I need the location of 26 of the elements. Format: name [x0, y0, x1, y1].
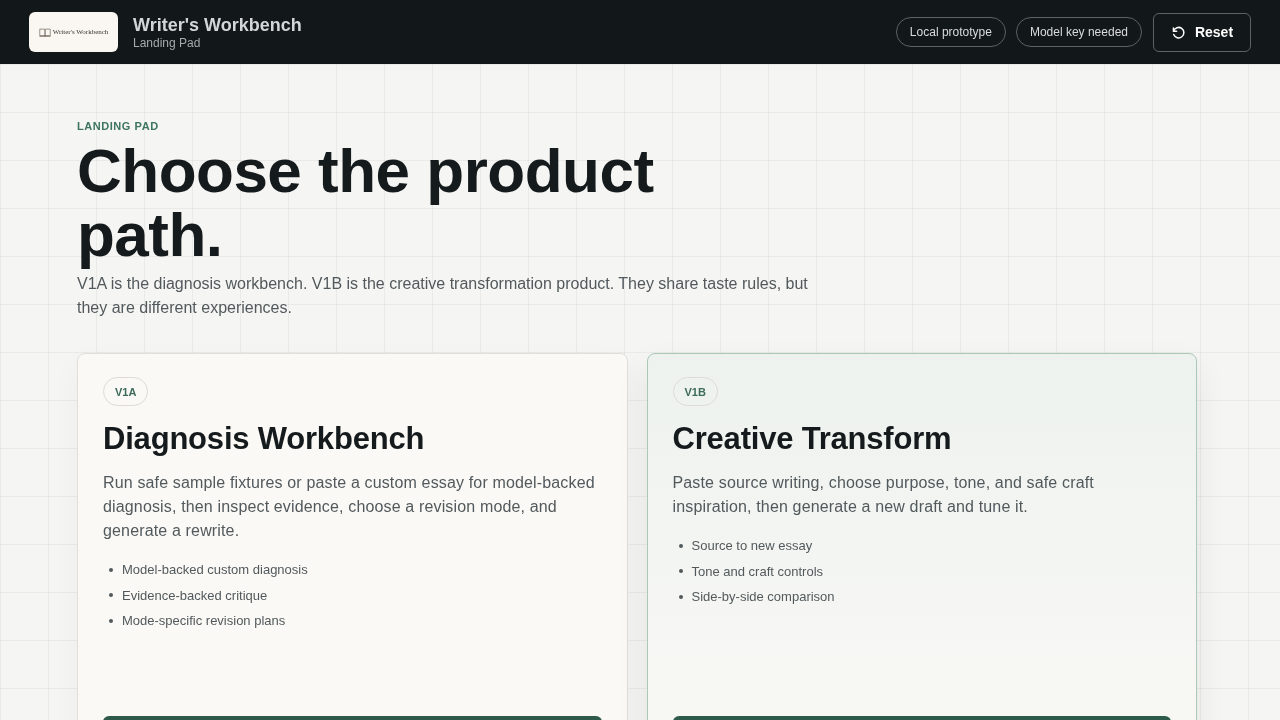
card-title: Creative Transform — [672, 420, 953, 458]
card-title: Diagnosis Workbench — [103, 420, 426, 458]
feature-item: Model-backed custom diagnosis — [122, 562, 308, 578]
feature-item: Evidence-backed critique — [122, 587, 268, 603]
app-subtitle: Landing Pad — [133, 35, 201, 51]
bullet-icon — [109, 567, 113, 572]
section-eyebrow: LANDING PAD — [77, 119, 159, 133]
card-description: Run safe sample fixtures or paste a custom essay for model-backed diagnosis, then inspect evidence, choose a revision mode, and generate a rewrite. — [103, 473, 596, 541]
feature-item: Mode-specific revision plans — [122, 613, 286, 629]
card-description: Paste source writing, choose purpose, tone, and safe craft inspiration, then generate a new draft and tune it. — [672, 473, 1095, 517]
bullet-icon — [109, 618, 113, 623]
bullet-icon — [678, 569, 683, 574]
feature-item: Tone and craft controls — [691, 563, 824, 579]
page-heading: Choose the product path. — [77, 139, 655, 267]
feature-item: Source to new essay — [691, 538, 813, 554]
product-card[interactable] — [77, 353, 628, 720]
product-card[interactable] — [646, 353, 1197, 720]
bullet-icon — [678, 543, 683, 548]
intro-text: V1A is the diagnosis workbench. V1B is the creative transformation product. They share taste rules, but they are different experiences. — [77, 274, 809, 318]
feature-item: Side-by-side comparison — [691, 589, 835, 605]
reset-button[interactable]: Reset — [1153, 12, 1251, 52]
counterclockwise-arrow-icon — [1170, 24, 1186, 40]
app-title: Writer's Workbench — [133, 13, 302, 36]
bullet-icon — [678, 594, 683, 599]
book-icon — [38, 27, 51, 37]
bullet-icon — [109, 593, 113, 598]
